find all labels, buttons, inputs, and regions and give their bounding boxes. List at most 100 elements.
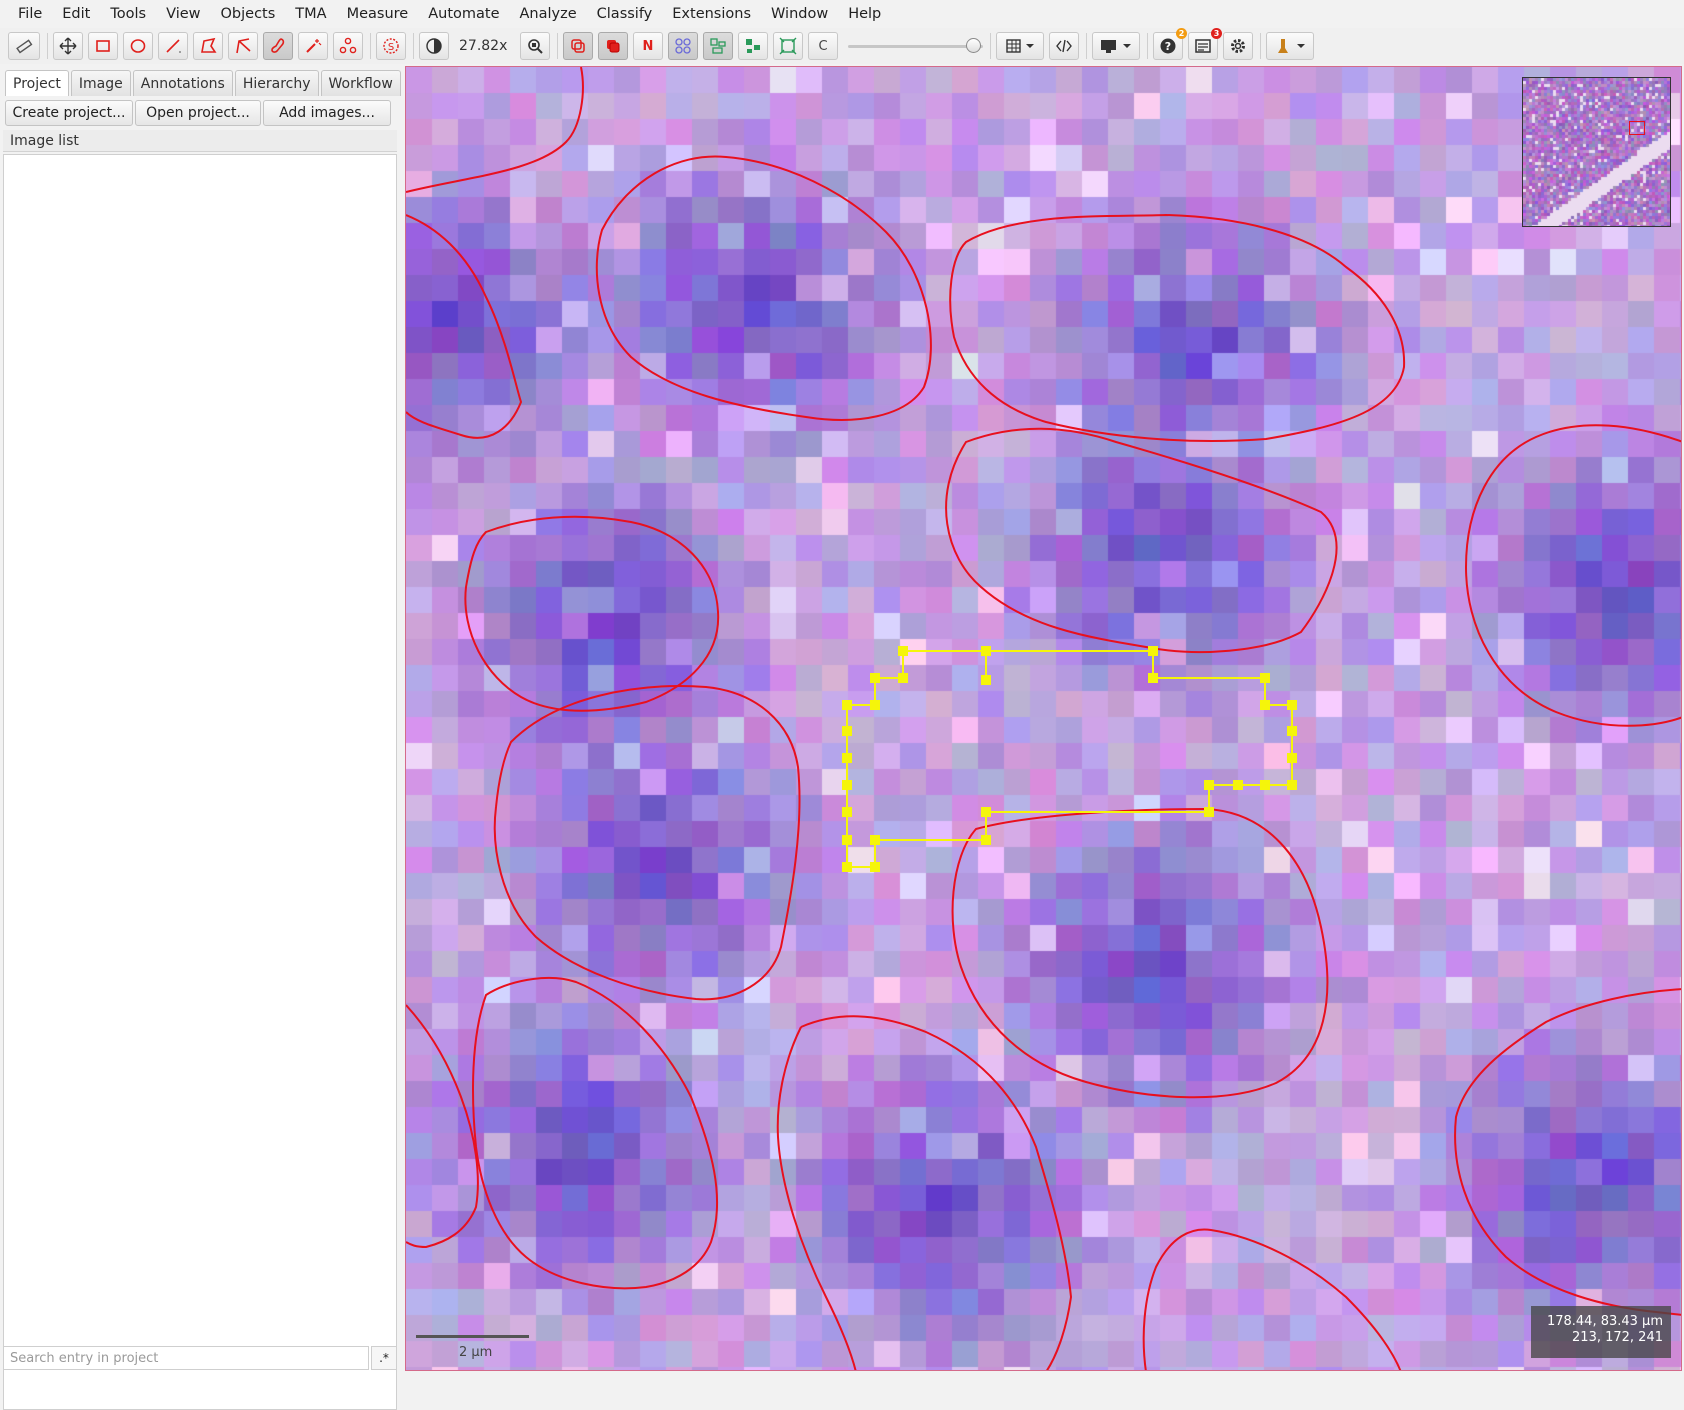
annotation-nucleus[interactable] xyxy=(464,515,720,712)
annotation-nucleus[interactable] xyxy=(595,155,932,421)
annotation-nucleus[interactable] xyxy=(406,1004,479,1249)
polyline-tool-button[interactable] xyxy=(228,32,258,60)
show-tma-grid-button[interactable] xyxy=(773,32,803,60)
annotation-nucleus[interactable] xyxy=(472,976,719,1290)
search-input[interactable] xyxy=(3,1346,369,1370)
annotation-vertex-handle[interactable] xyxy=(842,700,852,710)
extensions-button[interactable] xyxy=(1266,32,1314,60)
line-tool-button[interactable] xyxy=(158,32,188,60)
fill-detections-button[interactable] xyxy=(703,32,733,60)
annotation-vertex-handle[interactable] xyxy=(870,700,880,710)
annotation-vertex-handle[interactable] xyxy=(842,807,852,817)
annotation-nucleus[interactable] xyxy=(493,685,801,1001)
annotation-vertex-handle[interactable] xyxy=(1287,700,1297,710)
annotation-nucleus[interactable] xyxy=(406,67,584,193)
menu-extensions[interactable]: Extensions xyxy=(662,0,761,28)
menu-classify[interactable]: Classify xyxy=(587,0,663,28)
menu-view[interactable]: View xyxy=(156,0,210,28)
display-button[interactable] xyxy=(1092,32,1140,60)
annotation-vertex-handle[interactable] xyxy=(981,835,991,845)
menu-window[interactable]: Window xyxy=(761,0,838,28)
annotation-vertex-handle[interactable] xyxy=(1148,646,1158,656)
annotation-vertex-handle[interactable] xyxy=(842,726,852,736)
annotation-vertex-handle[interactable] xyxy=(870,835,880,845)
menu-measure[interactable]: Measure xyxy=(337,0,419,28)
annotation-vertex-handle[interactable] xyxy=(898,646,908,656)
menu-objects[interactable]: Objects xyxy=(211,0,286,28)
selection-mode-button[interactable]: S xyxy=(376,32,406,60)
show-detections-button[interactable] xyxy=(668,32,698,60)
open-project-button[interactable]: Open project... xyxy=(135,100,261,126)
menu-tma[interactable]: TMA xyxy=(285,0,336,28)
annotation-vertex-handle[interactable] xyxy=(842,862,852,872)
show-names-button[interactable]: N xyxy=(633,32,663,60)
measure-tool-button[interactable] xyxy=(8,32,40,60)
show-annotations-button[interactable] xyxy=(563,32,593,60)
annotation-nucleus[interactable] xyxy=(1142,1228,1402,1371)
image-list[interactable] xyxy=(3,154,397,1410)
annotation-nucleus[interactable] xyxy=(776,1026,857,1371)
annotation-vertex-handle[interactable] xyxy=(842,780,852,790)
overview-thumbnail[interactable] xyxy=(1522,77,1671,227)
annotation-vertex-handle[interactable] xyxy=(1260,780,1270,790)
annotation-vertex-handle[interactable] xyxy=(1233,780,1243,790)
menu-edit[interactable]: Edit xyxy=(52,0,100,28)
move-tool-button[interactable] xyxy=(53,32,83,60)
menu-tools[interactable]: Tools xyxy=(100,0,156,28)
annotation-vertex-handle[interactable] xyxy=(1287,780,1297,790)
measurement-table-button[interactable] xyxy=(996,32,1044,60)
annotation-nucleus[interactable] xyxy=(800,1015,1073,1371)
annotation-vertex-handle[interactable] xyxy=(981,646,991,656)
help-button[interactable]: ? 2 xyxy=(1153,28,1187,60)
annotation-vertex-handle[interactable] xyxy=(842,753,852,763)
menu-automate[interactable]: Automate xyxy=(418,0,509,28)
annotation-nucleus[interactable] xyxy=(1454,988,1682,1316)
menu-file[interactable]: File xyxy=(0,0,52,28)
annotation-vertex-handle[interactable] xyxy=(842,835,852,845)
rectangle-tool-button[interactable] xyxy=(88,32,118,60)
annotation-vertex-handle[interactable] xyxy=(981,807,991,817)
image-viewer[interactable]: 2 µm 178.44, 83.43 µm 213, 172, 241 xyxy=(405,66,1682,1371)
annotation-vertex-handle[interactable] xyxy=(1287,753,1297,763)
brightness-contrast-button[interactable] xyxy=(419,32,449,60)
annotation-vertex-handle[interactable] xyxy=(1287,726,1297,736)
annotation-vertex-handle[interactable] xyxy=(870,862,880,872)
tab-annotations[interactable]: Annotations xyxy=(132,70,233,96)
opacity-slider[interactable] xyxy=(848,32,983,60)
annotation-nucleus[interactable] xyxy=(951,807,1329,1099)
annotation-vertex-handle[interactable] xyxy=(870,673,880,683)
menu-analyze[interactable]: Analyze xyxy=(510,0,587,28)
slider-knob[interactable] xyxy=(966,38,981,53)
annotation-nucleus[interactable] xyxy=(945,427,1338,653)
tab-hierarchy[interactable]: Hierarchy xyxy=(234,70,319,96)
log-button[interactable]: 3 xyxy=(1188,28,1222,60)
annotation-vertex-handle[interactable] xyxy=(1148,673,1158,683)
selected-annotation[interactable] xyxy=(842,646,1297,872)
annotation-vertex-handle[interactable] xyxy=(898,673,908,683)
fill-annotations-button[interactable] xyxy=(598,32,628,60)
polygon-tool-button[interactable] xyxy=(193,32,223,60)
annotation-vertex-handle[interactable] xyxy=(981,675,991,685)
show-connections-button[interactable] xyxy=(738,32,768,60)
wand-tool-button[interactable] xyxy=(298,32,328,60)
ellipse-tool-button[interactable] xyxy=(123,32,153,60)
annotation-vertex-handle[interactable] xyxy=(1204,780,1214,790)
preferences-button[interactable] xyxy=(1223,32,1253,60)
annotation-vertex-handle[interactable] xyxy=(1204,807,1214,817)
regex-toggle-button[interactable]: .* xyxy=(371,1346,397,1370)
annotation-nucleus[interactable] xyxy=(1464,424,1682,727)
script-editor-button[interactable] xyxy=(1049,32,1079,60)
annotation-vertex-handle[interactable] xyxy=(1260,700,1270,710)
tab-workflow[interactable]: Workflow xyxy=(320,70,401,96)
annotation-vertex-handle[interactable] xyxy=(1260,673,1270,683)
tab-image[interactable]: Image xyxy=(70,70,131,96)
show-pixel-classification-button[interactable]: C xyxy=(808,32,838,60)
create-project-button[interactable]: Create project... xyxy=(5,100,133,126)
annotation-nucleus[interactable] xyxy=(406,214,523,439)
add-images-button[interactable]: Add images... xyxy=(263,100,391,126)
annotation-nucleus[interactable] xyxy=(949,213,1406,442)
zoom-to-fit-button[interactable] xyxy=(520,32,550,60)
menu-help[interactable]: Help xyxy=(838,0,891,28)
tab-project[interactable]: Project xyxy=(5,70,69,96)
points-tool-button[interactable] xyxy=(333,32,363,60)
